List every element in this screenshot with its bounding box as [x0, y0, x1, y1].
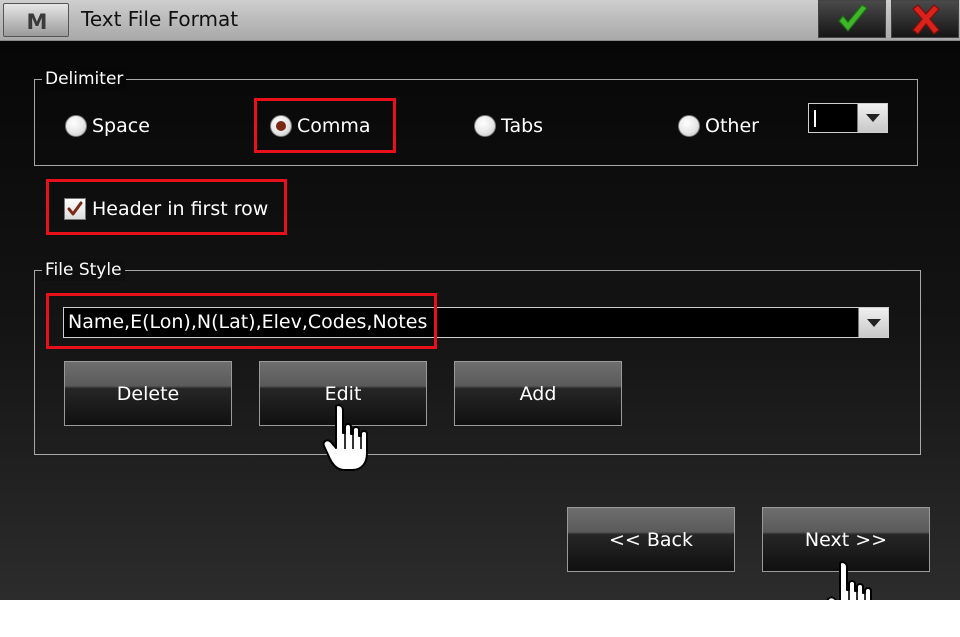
app-screen: M Text File Format Delimiter Space Comma…	[0, 0, 960, 600]
checkmark-icon	[67, 201, 83, 216]
accept-button[interactable]	[818, 0, 886, 38]
checkmark-icon	[838, 4, 868, 32]
main-menu-button[interactable]: M	[3, 3, 69, 37]
cancel-button[interactable]	[891, 0, 959, 38]
hand-pointer-icon	[322, 404, 368, 471]
add-button[interactable]: Add	[454, 361, 622, 426]
other-delimiter-dropdown[interactable]	[808, 103, 888, 133]
chevron-down-icon	[866, 114, 880, 122]
file-style-dropdown[interactable]: Name,E(Lon),N(Lat),Elev,Codes,Notes	[63, 307, 889, 338]
header-first-row-label: Header in first row	[92, 198, 269, 220]
svg-text:M: M	[27, 10, 48, 33]
chevron-down-icon	[867, 319, 881, 327]
radio-other[interactable]: Other	[678, 115, 759, 137]
title-bar: M Text File Format	[0, 0, 960, 41]
file-style-dropdown-button[interactable]	[858, 308, 888, 337]
text-caret	[814, 110, 816, 127]
radio-space-indicator	[65, 115, 87, 137]
header-first-row-checkbox[interactable]: Header in first row	[64, 198, 268, 220]
close-x-icon	[912, 4, 940, 35]
file-style-value: Name,E(Lon),N(Lat),Elev,Codes,Notes	[68, 311, 428, 333]
radio-space-label: Space	[92, 115, 150, 137]
radio-tabs[interactable]: Tabs	[474, 115, 543, 137]
radio-comma-indicator	[270, 115, 292, 137]
other-dropdown-button[interactable]	[857, 104, 887, 132]
delete-button[interactable]: Delete	[64, 361, 232, 426]
radio-other-label: Other	[705, 115, 759, 137]
menu-m-icon: M	[27, 10, 48, 33]
radio-tabs-indicator	[474, 115, 496, 137]
file-style-legend: File Style	[42, 259, 125, 281]
back-button[interactable]: << Back	[567, 507, 735, 572]
radio-comma[interactable]: Comma	[270, 115, 371, 137]
window-title: Text File Format	[81, 7, 239, 31]
hand-pointer-icon	[826, 561, 872, 600]
radio-other-indicator	[678, 115, 700, 137]
radio-comma-label: Comma	[297, 115, 371, 137]
radio-space[interactable]: Space	[65, 115, 150, 137]
checkbox-indicator	[64, 198, 86, 220]
delimiter-legend: Delimiter	[42, 68, 127, 90]
radio-tabs-label: Tabs	[501, 115, 544, 137]
